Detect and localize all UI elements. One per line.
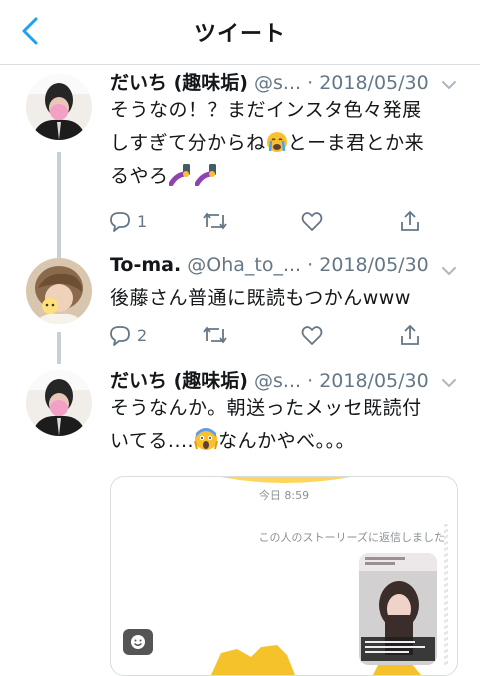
- avatar[interactable]: [26, 370, 92, 436]
- smiley-icon: [131, 635, 145, 649]
- user-handle[interactable]: @s...: [254, 370, 301, 392]
- screaming-face-emoji-icon: [194, 428, 219, 450]
- chevron-down-icon[interactable]: [440, 262, 458, 280]
- selfie-emoji-icon: [194, 164, 216, 186]
- avatar[interactable]: [26, 74, 92, 140]
- heart-icon: [301, 326, 323, 345]
- share-button[interactable]: [398, 320, 422, 350]
- reply-button[interactable]: 2: [108, 320, 147, 350]
- tweet-date[interactable]: · 2018/05/30: [307, 72, 429, 94]
- reply-button[interactable]: 1: [108, 206, 147, 236]
- reply-count: 2: [137, 325, 148, 345]
- tweet-text: そうなんか。朝送ったメッセ既読付 いてる.... なんかやべ。。。: [110, 392, 460, 458]
- tweet-1[interactable]: だいち (趣味垢) @s... · 2018/05/30 そうなの！？まだインス…: [0, 64, 480, 254]
- message-timestamp: 今日 8:59: [258, 489, 310, 502]
- avatar[interactable]: [26, 258, 92, 324]
- crying-face-emoji-icon: [266, 132, 287, 152]
- tweet-text: 後藤さん普通に既読もつかんwww: [110, 282, 460, 315]
- story-reply-label: この人のストーリーズに返信しました: [258, 531, 445, 544]
- tweet-text-span: なんかやべ。。。: [218, 430, 356, 452]
- display-name[interactable]: だいち (趣味垢): [110, 370, 248, 392]
- tweet-text: そうなの！？まだインスタ色々発展 しすぎて分からね とーま君とか来 るやろ: [110, 94, 460, 193]
- share-icon: [401, 210, 419, 231]
- tweet-text-span: しすぎて分からね: [110, 132, 266, 154]
- emoji-reaction-button[interactable]: [123, 629, 153, 655]
- tweet-actions: 2: [108, 320, 448, 352]
- tweet-text-line: そうなの！？まだインスタ色々発展: [110, 99, 422, 121]
- tweet-2[interactable]: To-ma. @Oha_to_... · 2018/05/30 後藤さん普通に既…: [0, 254, 480, 364]
- tweet-actions: 1: [108, 206, 448, 238]
- tweet-text-line: 後藤さん普通に既読もつかんwww: [110, 287, 411, 309]
- tweet-text-line: しすぎて分からね とーま君とか来: [110, 127, 460, 160]
- display-name[interactable]: To-ma.: [110, 254, 181, 276]
- top-bar: ツイート: [0, 0, 480, 65]
- like-button[interactable]: [300, 206, 329, 236]
- display-name[interactable]: だいち (趣味垢): [110, 72, 248, 94]
- retweet-icon: [203, 326, 227, 344]
- retweet-button[interactable]: [202, 206, 233, 236]
- tweet-text-span: るやろ: [110, 165, 169, 187]
- chevron-down-icon[interactable]: [440, 374, 458, 392]
- tweet-text-line: いてる.... なんかやべ。。。: [110, 425, 460, 458]
- thread-line: [57, 332, 61, 364]
- reply-icon: [110, 212, 130, 232]
- like-button[interactable]: [300, 320, 329, 350]
- user-handle[interactable]: @s...: [254, 72, 301, 94]
- selfie-emoji-icon: [168, 164, 190, 186]
- chevron-down-icon[interactable]: [440, 76, 458, 94]
- tweet-3[interactable]: だいち (趣味垢) @s... · 2018/05/30 そうなんか。朝送ったメ…: [0, 364, 480, 676]
- tweet-meta: To-ma. @Oha_to_... · 2018/05/30: [110, 254, 460, 284]
- share-button[interactable]: [398, 206, 422, 236]
- tweet-date[interactable]: · 2018/05/30: [307, 370, 429, 392]
- retweet-button[interactable]: [202, 320, 233, 350]
- reply-count: 1: [137, 211, 148, 231]
- reply-icon: [110, 326, 130, 346]
- thread-line: [57, 152, 61, 254]
- tweet-text-span: とーま君とか来: [287, 132, 425, 154]
- attached-image[interactable]: 今日 8:59 この人のストーリーズに返信しました: [110, 476, 458, 676]
- tweet-text-span: いてる....: [110, 430, 195, 452]
- tweet-text-line: るやろ: [110, 160, 460, 193]
- heart-icon: [301, 212, 323, 231]
- tweet-text-line: そうなんか。朝送ったメッセ既読付: [110, 397, 422, 419]
- user-handle[interactable]: @Oha_to_...: [187, 254, 301, 276]
- retweet-icon: [203, 212, 227, 230]
- tweet-date[interactable]: · 2018/05/30: [307, 254, 429, 276]
- page-title: ツイート: [193, 22, 286, 47]
- thread-line: [57, 254, 61, 258]
- story-photo: [359, 553, 437, 665]
- share-icon: [401, 324, 419, 345]
